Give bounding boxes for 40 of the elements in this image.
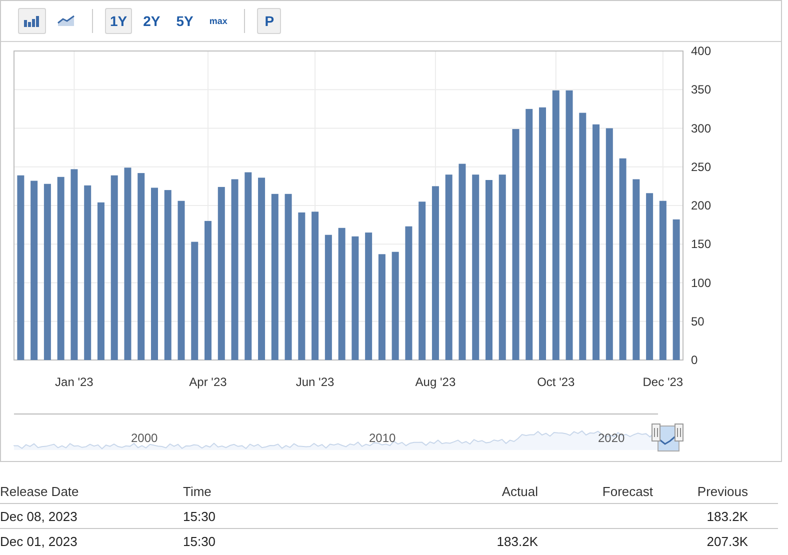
range-button[interactable]: 1Y bbox=[105, 8, 132, 34]
table-cell-text: 15:30 bbox=[183, 534, 217, 548]
column-header: Forecast bbox=[601, 484, 653, 498]
p-button[interactable]: P bbox=[257, 8, 282, 34]
year-label: 2020 bbox=[598, 431, 625, 445]
axis-label: 200 bbox=[691, 198, 712, 212]
range-button[interactable]: max bbox=[204, 8, 232, 34]
year-label: 2000 bbox=[131, 431, 158, 445]
table-cell-text: 183.2K bbox=[496, 534, 538, 548]
area-chart-icon bbox=[57, 14, 75, 28]
axis-label: 350 bbox=[691, 82, 712, 97]
column-header: Previous bbox=[696, 484, 748, 498]
axis-label: 300 bbox=[691, 121, 712, 136]
column-header: Actual bbox=[500, 484, 538, 498]
range-button[interactable]: 2Y bbox=[138, 8, 166, 34]
scroll-handle[interactable] bbox=[674, 424, 684, 442]
bar-chart-icon bbox=[23, 14, 41, 28]
axis-label: Apr '23 bbox=[189, 375, 227, 389]
scroll-handle[interactable] bbox=[652, 424, 660, 442]
column-header: Release Date bbox=[0, 484, 80, 498]
axis-label: Aug '23 bbox=[415, 375, 456, 389]
axis-label: 100 bbox=[691, 276, 712, 290]
axis-label: 0 bbox=[691, 353, 698, 367]
table-cell-text: 15:30 bbox=[183, 508, 217, 524]
table-cell-text: Dec 01, 2023 bbox=[0, 534, 78, 548]
table-cell-text: Dec 08, 2023 bbox=[0, 508, 78, 524]
bar-chart-button[interactable] bbox=[18, 8, 46, 34]
axis-label: Jun '23 bbox=[296, 375, 334, 389]
range-button[interactable]: 5Y bbox=[171, 8, 198, 34]
axis-label: 400 bbox=[691, 44, 712, 58]
axis-label: Dec '23 bbox=[642, 375, 684, 389]
year-label: 2010 bbox=[369, 431, 396, 445]
axis-label: 50 bbox=[691, 314, 704, 328]
table-cell-text: 207.3K bbox=[706, 534, 748, 548]
table-cell-text: 183.2K bbox=[706, 508, 748, 524]
axis-label: Jan '23 bbox=[55, 375, 94, 389]
axis-label: 150 bbox=[691, 237, 712, 252]
axis-label: Oct '23 bbox=[537, 375, 575, 389]
column-header: Time bbox=[183, 484, 212, 498]
axis-label: 250 bbox=[691, 160, 712, 174]
